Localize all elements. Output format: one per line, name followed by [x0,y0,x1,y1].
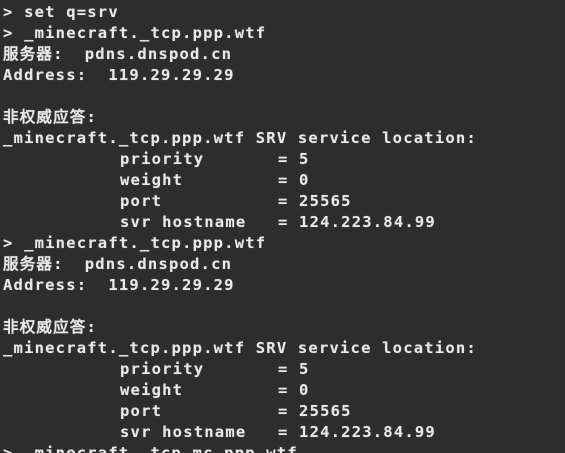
terminal-line-server: 服务器: pdns.dnspod.cn [3,45,233,63]
terminal-line-cmd-query-partial: > _minecraft._tcp.mc.ppp.wtf [3,444,298,453]
terminal-line-address: Address: 119.29.29.29 [3,276,235,294]
terminal-line-weight: weight = 0 [120,381,310,399]
terminal-line-port: port = 25565 [120,192,352,210]
terminal-window[interactable]: > set q=srv > _minecraft._tcp.ppp.wtf 服务… [0,0,565,453]
terminal-line-nonauth: 非权威应答: [3,318,98,336]
terminal-line-port: port = 25565 [120,402,352,420]
terminal-line-hostname: svr hostname = 124.223.84.99 [120,213,436,231]
terminal-line-cmd-query: > _minecraft._tcp.ppp.wtf [3,24,267,42]
terminal-line-weight: weight = 0 [120,171,310,189]
terminal-line-srv-header: _minecraft._tcp.ppp.wtf SRV service loca… [3,339,477,357]
terminal-line-nonauth: 非权威应答: [3,108,98,126]
terminal-line-cmd-query: > _minecraft._tcp.ppp.wtf [3,234,267,252]
terminal-line-server: 服务器: pdns.dnspod.cn [3,255,233,273]
terminal-line-address: Address: 119.29.29.29 [3,66,235,84]
terminal-line-priority: priority = 5 [120,150,310,168]
terminal-line-priority: priority = 5 [120,360,310,378]
terminal-line-hostname: svr hostname = 124.223.84.99 [120,423,436,441]
terminal-line-srv-header: _minecraft._tcp.ppp.wtf SRV service loca… [3,129,477,147]
terminal-line-cmd-set: > set q=srv [3,3,119,21]
